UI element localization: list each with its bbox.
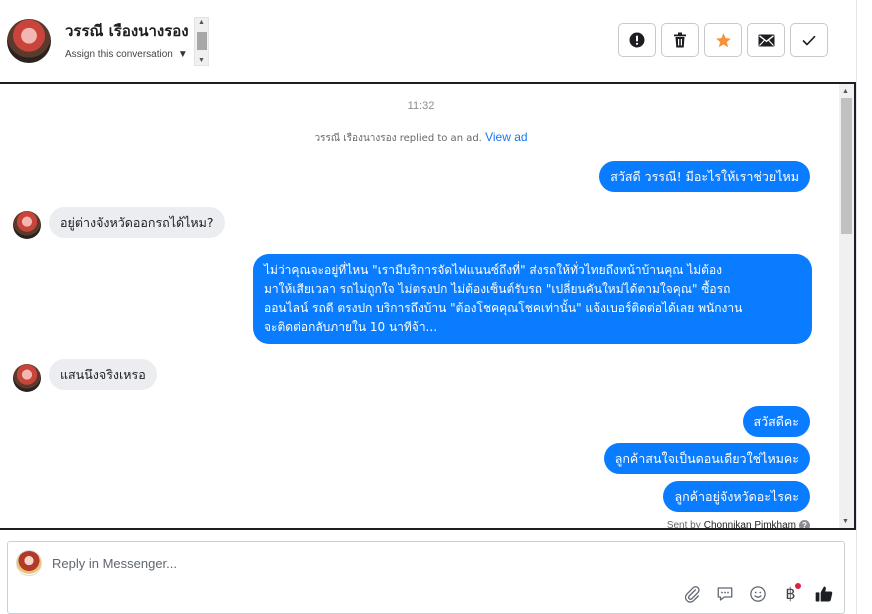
sent-by-prefix: Sent by: [666, 520, 701, 530]
reply-composer: ฿: [7, 541, 845, 614]
caret-down-icon: ▼: [177, 49, 188, 60]
scroll-up-arrow-icon[interactable]: ▲: [198, 19, 205, 26]
message-bubble-outgoing[interactable]: ไม่ว่าคุณจะอยู่ที่ไหน "เรามีบริการจัดไฟแ…: [253, 254, 812, 344]
message-bubble-outgoing[interactable]: สวัสดี วรรณี! มีอะไรให้เราช่วยไหม: [599, 161, 810, 192]
contact-avatar[interactable]: [7, 19, 51, 63]
payment-button[interactable]: ฿: [780, 583, 801, 604]
view-ad-link[interactable]: View ad: [485, 130, 527, 144]
star-icon: [715, 32, 731, 47]
header-scrollbar[interactable]: ▲ ▼: [194, 17, 209, 66]
sender-name-link[interactable]: Chonnikan Pimkham: [704, 520, 796, 528]
scroll-up-arrow-icon[interactable]: ▲: [842, 88, 849, 95]
message-timestamp: 11:32: [407, 100, 435, 112]
trash-icon: [674, 32, 686, 48]
right-edge-panel: [856, 0, 872, 614]
message-bubble-incoming[interactable]: แสนนึงจริงเหรอ: [49, 359, 157, 390]
customer-avatar[interactable]: [13, 211, 41, 239]
thread-scrollbar[interactable]: ▲ ▼: [839, 84, 854, 528]
conversation-actions: [618, 23, 828, 57]
assign-label: Assign this conversation: [65, 49, 173, 60]
message-bubble-outgoing[interactable]: ลูกค้าอยู่จังหวัดอะไรคะ: [663, 481, 810, 512]
scrollbar-thumb[interactable]: [197, 32, 207, 50]
mark-unread-button[interactable]: [747, 23, 785, 57]
message-bubble-outgoing[interactable]: ลูกค้าสนใจเป็นดอนเดียวใช่ไหมคะ: [603, 443, 810, 474]
emoji-button[interactable]: [747, 583, 768, 604]
message-line: ไม่ว่าคุณจะอยู่ที่ไหน "เรามีบริการจัดไฟแ…: [264, 263, 723, 277]
star-button[interactable]: [704, 23, 742, 57]
message-line: ออนไลน์ รถดี ตรงปก บริการถึงบ้าน "ต้องโช…: [264, 301, 743, 315]
help-icon[interactable]: ?: [799, 520, 810, 528]
page-avatar: [16, 550, 42, 576]
baht-icon: ฿: [785, 584, 796, 603]
message-line: จะติดต่อกลับภายใน 10 นาทีจ้า...: [264, 320, 438, 334]
paperclip-icon: [684, 585, 700, 603]
message-bubble-incoming[interactable]: อยู่ต่างจังหวัดออกรถได้ไหม?: [49, 207, 225, 238]
scrollbar-thumb[interactable]: [841, 98, 852, 234]
conversation-header: วรรณี เรืองนางรอง Assign this conversati…: [0, 0, 856, 82]
mark-done-button[interactable]: [790, 23, 828, 57]
thumbs-up-icon: [815, 586, 832, 601]
customer-avatar[interactable]: [13, 364, 41, 392]
composer-tools: ฿: [681, 583, 834, 604]
check-icon: [802, 35, 816, 46]
envelope-icon: [758, 34, 774, 46]
emoji-icon: [749, 585, 766, 602]
delete-button[interactable]: [661, 23, 699, 57]
saved-reply-icon: [717, 586, 732, 601]
contact-name[interactable]: วรรณี เรืองนางรอง: [65, 19, 189, 43]
notification-dot: [795, 583, 801, 589]
ad-reply-text: วรรณี เรืองนางรอง replied to an ad.: [314, 133, 482, 144]
sent-by-note: Sent by Chonnikan Pimkham ?: [666, 520, 810, 530]
mark-spam-button[interactable]: [618, 23, 656, 57]
scroll-down-arrow-icon[interactable]: ▼: [842, 518, 849, 525]
message-thread[interactable]: 11:32 วรรณี เรืองนางรอง replied to an ad…: [0, 82, 856, 530]
assign-conversation-dropdown[interactable]: Assign this conversation ▼: [65, 49, 188, 60]
like-button[interactable]: [813, 583, 834, 604]
message-line: มาให้เสียเวลา รถไม่ถูกใจ ไม่ตรงปก ไม่ต้อ…: [264, 282, 731, 296]
saved-replies-button[interactable]: [714, 583, 735, 604]
reply-input[interactable]: [52, 554, 652, 572]
attach-button[interactable]: [681, 583, 702, 604]
message-bubble-outgoing[interactable]: สวัสดีคะ: [742, 406, 810, 437]
scroll-down-arrow-icon[interactable]: ▼: [198, 57, 205, 64]
exclamation-circle-icon: [629, 32, 645, 48]
ad-reply-note: วรรณี เรืองนางรอง replied to an ad. View…: [0, 130, 842, 146]
